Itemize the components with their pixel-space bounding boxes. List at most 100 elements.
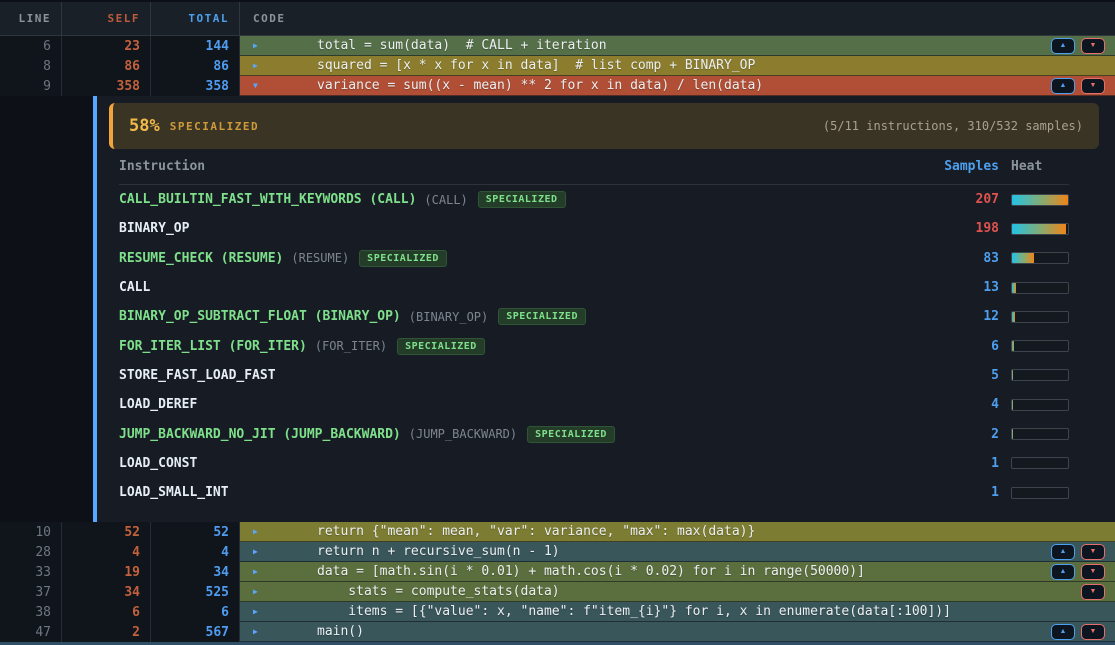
jump-to-caller-button[interactable]: ▲: [1051, 78, 1075, 94]
source-code: items = [{"value": x, "name": f"item_{i}…: [317, 604, 951, 619]
expand-toggle-icon[interactable]: ▶: [253, 62, 263, 70]
col-header-total[interactable]: TOTAL: [151, 2, 240, 35]
jump-to-caller-button[interactable]: ▲: [1051, 544, 1075, 560]
col-header-instruction[interactable]: Instruction: [119, 159, 879, 174]
samples-value: 1: [879, 485, 999, 500]
expand-toggle-icon[interactable]: ▶: [253, 528, 263, 536]
instruction-name: LOAD_SMALL_INT: [119, 485, 229, 500]
samples-value: 13: [879, 280, 999, 295]
expand-toggle-icon[interactable]: ▶: [253, 628, 263, 636]
instruction-name-cell: CALL: [119, 280, 879, 295]
instruction-name-cell: LOAD_DEREF: [119, 397, 879, 412]
expand-toggle-icon[interactable]: ▶: [253, 42, 263, 50]
col-header-heat[interactable]: Heat: [1011, 159, 1069, 174]
line-number: 38: [0, 602, 62, 622]
instruction-name: RESUME_CHECK (RESUME): [119, 251, 283, 266]
samples-value: 4: [879, 397, 999, 412]
jump-to-callee-button[interactable]: ▼: [1081, 78, 1105, 94]
specialized-badge: SPECIALIZED: [359, 250, 447, 267]
instruction-name-cell: BINARY_OP_SUBTRACT_FLOAT (BINARY_OP) (BI…: [119, 308, 879, 325]
instruction-row: BINARY_OP_SUBTRACT_FLOAT (BINARY_OP) (BI…: [119, 302, 1069, 331]
line-detail-panel: 58% SPECIALIZED (5/11 instructions, 310/…: [0, 96, 1115, 522]
top-code-rows: 6 23 144 ▶ total = sum(data) # CALL + it…: [0, 36, 1115, 96]
heat-bar-fill: [1012, 224, 1066, 234]
heat-bar: [1011, 311, 1069, 323]
code-cell[interactable]: ▶ items = [{"value": x, "name": f"item_{…: [240, 602, 1115, 622]
heat-bar: [1011, 223, 1069, 235]
specialized-label: SPECIALIZED: [170, 120, 259, 133]
jump-to-callee-button[interactable]: ▼: [1081, 564, 1105, 580]
instruction-name: CALL_BUILTIN_FAST_WITH_KEYWORDS (CALL): [119, 192, 416, 207]
line-number: 47: [0, 622, 62, 642]
self-samples: 4: [62, 542, 151, 562]
col-header-samples[interactable]: Samples: [879, 159, 999, 174]
specialized-note: (5/11 instructions, 310/532 samples): [823, 119, 1083, 133]
instruction-name-cell: STORE_FAST_LOAD_FAST: [119, 368, 879, 383]
jump-to-callee-button[interactable]: ▼: [1081, 544, 1105, 560]
down-arrow-icon: ▼: [1090, 42, 1097, 49]
code-cell[interactable]: ▶ stats = compute_stats(data) ▼: [240, 582, 1115, 602]
heat-bar-fill: [1012, 400, 1013, 410]
instruction-row: LOAD_CONST 1: [119, 449, 1069, 478]
code-cell[interactable]: ▶ return {"mean": mean, "var": variance,…: [240, 522, 1115, 542]
expand-toggle-icon[interactable]: ▼: [253, 82, 263, 90]
jump-to-callee-button[interactable]: ▼: [1081, 38, 1105, 54]
instruction-name: CALL: [119, 280, 150, 295]
instruction-row: LOAD_DEREF 4: [119, 390, 1069, 419]
instruction-row: LOAD_SMALL_INT 1: [119, 478, 1069, 507]
samples-value: 2: [879, 427, 999, 442]
heat-bar-fill: [1012, 283, 1016, 293]
down-arrow-icon: ▼: [1090, 568, 1097, 575]
code-cell[interactable]: ▼ variance = sum((x - mean) ** 2 for x i…: [240, 76, 1115, 96]
instruction-table: Instruction Samples Heat CALL_BUILTIN_FA…: [119, 149, 1069, 507]
specialized-percent: 58%: [129, 116, 160, 136]
self-samples: 52: [62, 522, 151, 542]
col-header-line[interactable]: LINE: [0, 2, 62, 35]
expand-toggle-icon[interactable]: ▶: [253, 548, 263, 556]
jump-to-caller-button[interactable]: ▲: [1051, 624, 1075, 640]
jump-to-caller-button[interactable]: ▲: [1051, 38, 1075, 54]
heat-bar: [1011, 369, 1069, 381]
table-header: LINE SELF TOTAL CODE: [0, 0, 1115, 36]
profile-row-line-4: 38 6 6 ▶ items = [{"value": x, "name": f…: [0, 602, 1115, 622]
profile-row-line-1: 8 86 86 ▶ squared = [x * x for x in data…: [0, 56, 1115, 76]
up-arrow-icon: ▲: [1060, 82, 1067, 89]
code-cell[interactable]: ▶ main() ▲ ▼: [240, 622, 1115, 642]
code-cell[interactable]: ▶ data = [math.sin(i * 0.01) + math.cos(…: [240, 562, 1115, 582]
expand-toggle-icon[interactable]: ▶: [253, 608, 263, 616]
heat-bar: [1011, 282, 1069, 294]
samples-value: 83: [879, 251, 999, 266]
source-code: data = [math.sin(i * 0.01) + math.cos(i …: [317, 564, 865, 579]
code-cell[interactable]: ▶ total = sum(data) # CALL + iteration ▲…: [240, 36, 1115, 56]
profiler-view: LINE SELF TOTAL CODE 6 23 144 ▶ total = …: [0, 0, 1115, 645]
profile-row-line-0: 6 23 144 ▶ total = sum(data) # CALL + it…: [0, 36, 1115, 56]
down-arrow-icon: ▼: [1090, 82, 1097, 89]
heat-bar: [1011, 252, 1069, 264]
instruction-name: JUMP_BACKWARD_NO_JIT (JUMP_BACKWARD): [119, 427, 401, 442]
jump-to-caller-button[interactable]: ▲: [1051, 564, 1075, 580]
up-arrow-icon: ▲: [1060, 628, 1067, 635]
total-samples: 6: [151, 602, 240, 622]
down-arrow-icon: ▼: [1090, 628, 1097, 635]
code-cell[interactable]: ▶ return n + recursive_sum(n - 1) ▲ ▼: [240, 542, 1115, 562]
code-cell[interactable]: ▶ squared = [x * x for x in data] # list…: [240, 56, 1115, 76]
up-arrow-icon: ▲: [1060, 42, 1067, 49]
expand-toggle-icon[interactable]: ▶: [253, 588, 263, 596]
line-number: 28: [0, 542, 62, 562]
specialized-badge: SPECIALIZED: [397, 338, 485, 355]
expand-toggle-icon[interactable]: ▶: [253, 568, 263, 576]
instruction-base-name: (BINARY_OP): [409, 310, 488, 324]
heat-bar: [1011, 428, 1069, 440]
samples-value: 6: [879, 339, 999, 354]
samples-value: 207: [879, 192, 999, 207]
samples-value: 12: [879, 309, 999, 324]
self-samples: 86: [62, 56, 151, 76]
line-number: 37: [0, 582, 62, 602]
instruction-table-header: Instruction Samples Heat: [119, 149, 1069, 185]
instruction-name: LOAD_DEREF: [119, 397, 197, 412]
col-header-self[interactable]: SELF: [62, 2, 151, 35]
jump-to-callee-button[interactable]: ▼: [1081, 624, 1105, 640]
instruction-name-cell: FOR_ITER_LIST (FOR_ITER) (FOR_ITER) SPEC…: [119, 338, 879, 355]
jump-to-callee-button[interactable]: ▼: [1081, 584, 1105, 600]
specialized-badge: SPECIALIZED: [478, 191, 566, 208]
